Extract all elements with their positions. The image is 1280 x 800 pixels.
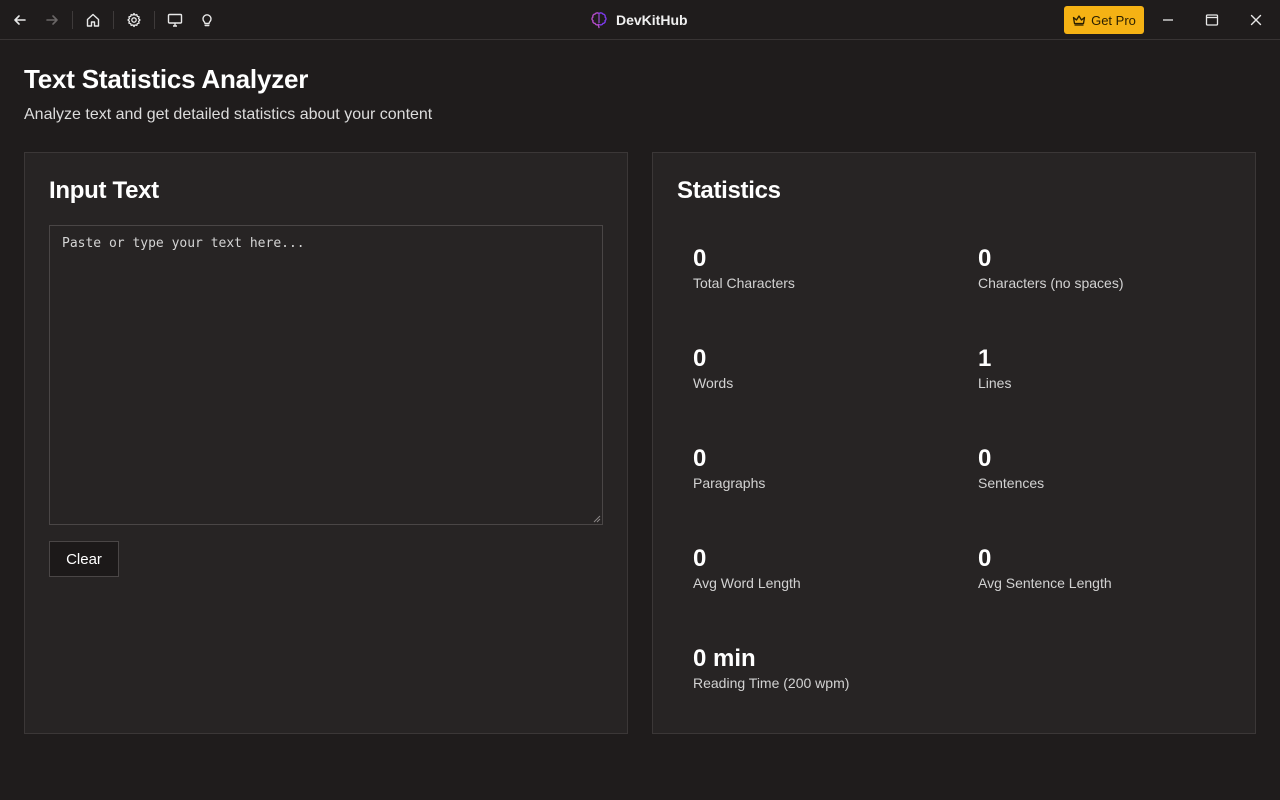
resize-grip-icon[interactable]	[593, 515, 601, 523]
stat-value: 1	[978, 345, 992, 372]
stat-label: Characters (no spaces)	[978, 275, 1124, 291]
stat-label: Reading Time (200 wpm)	[693, 675, 850, 691]
gear-icon	[127, 12, 141, 28]
statistics-panel-heading: Statistics	[677, 177, 781, 204]
stat-avg-word-length: 0 Avg Word Length	[693, 545, 953, 593]
toolbar-separator	[154, 11, 155, 29]
stat-label: Paragraphs	[693, 475, 766, 491]
brain-logo-icon	[591, 12, 607, 29]
stat-label: Avg Word Length	[693, 575, 801, 591]
back-button[interactable]	[8, 8, 32, 32]
get-pro-label: Get Pro	[1091, 12, 1136, 28]
close-icon	[1250, 14, 1262, 26]
forward-button[interactable]	[40, 8, 64, 32]
stat-words: 0 Words	[693, 345, 953, 393]
input-panel: Input Text Clear	[24, 152, 628, 734]
display-button[interactable]	[163, 8, 187, 32]
minimize-icon	[1163, 19, 1173, 21]
stat-value: 0	[978, 445, 992, 472]
toolbar-separator	[72, 11, 73, 29]
stat-label: Lines	[978, 375, 1012, 391]
stat-label: Total Characters	[693, 275, 795, 291]
lightbulb-icon	[202, 14, 212, 27]
clear-button[interactable]: Clear	[49, 541, 119, 577]
stat-value: 0	[693, 445, 707, 472]
close-button[interactable]	[1244, 8, 1268, 32]
get-pro-button[interactable]: Get Pro	[1064, 6, 1144, 34]
input-panel-heading: Input Text	[49, 177, 159, 204]
stat-total-characters: 0 Total Characters	[693, 245, 953, 293]
stat-value: 0	[978, 245, 992, 272]
stat-label: Words	[693, 375, 734, 391]
title-bar: DevKitHub Get Pro	[0, 0, 1280, 40]
stat-value: 0	[693, 345, 707, 372]
home-button[interactable]	[81, 8, 105, 32]
settings-button[interactable]	[122, 8, 146, 32]
stat-label: Avg Sentence Length	[978, 575, 1112, 591]
crown-icon	[1072, 15, 1086, 26]
home-icon	[86, 13, 100, 27]
stat-value: 0	[978, 545, 992, 572]
monitor-icon	[167, 13, 183, 27]
stat-avg-sentence-length: 0 Avg Sentence Length	[978, 545, 1238, 593]
stat-value: 0	[693, 245, 707, 272]
back-arrow-icon	[14, 15, 26, 25]
stat-characters-no-spaces: 0 Characters (no spaces)	[978, 245, 1238, 293]
app-name: DevKitHub	[616, 12, 688, 28]
text-input[interactable]	[49, 225, 603, 525]
page-title: Text Statistics Analyzer	[24, 64, 309, 94]
tips-button[interactable]	[195, 8, 219, 32]
toolbar-separator	[113, 11, 114, 29]
stat-label: Sentences	[978, 475, 1045, 491]
statistics-panel: Statistics 0 Total Characters 0 Characte…	[652, 152, 1256, 734]
stat-reading-time: 0 min Reading Time (200 wpm)	[693, 645, 953, 693]
app-brand: DevKitHub	[590, 10, 688, 30]
page-subtitle: Analyze text and get detailed statistics…	[24, 106, 433, 123]
stat-value: 0	[693, 545, 707, 572]
stat-sentences: 0 Sentences	[978, 445, 1238, 493]
maximize-icon	[1205, 14, 1219, 26]
forward-arrow-icon	[46, 15, 58, 25]
stat-paragraphs: 0 Paragraphs	[693, 445, 953, 493]
minimize-button[interactable]	[1156, 8, 1180, 32]
stat-value: 0 min	[693, 645, 756, 672]
maximize-button[interactable]	[1200, 8, 1224, 32]
stat-lines: 1 Lines	[978, 345, 1238, 393]
